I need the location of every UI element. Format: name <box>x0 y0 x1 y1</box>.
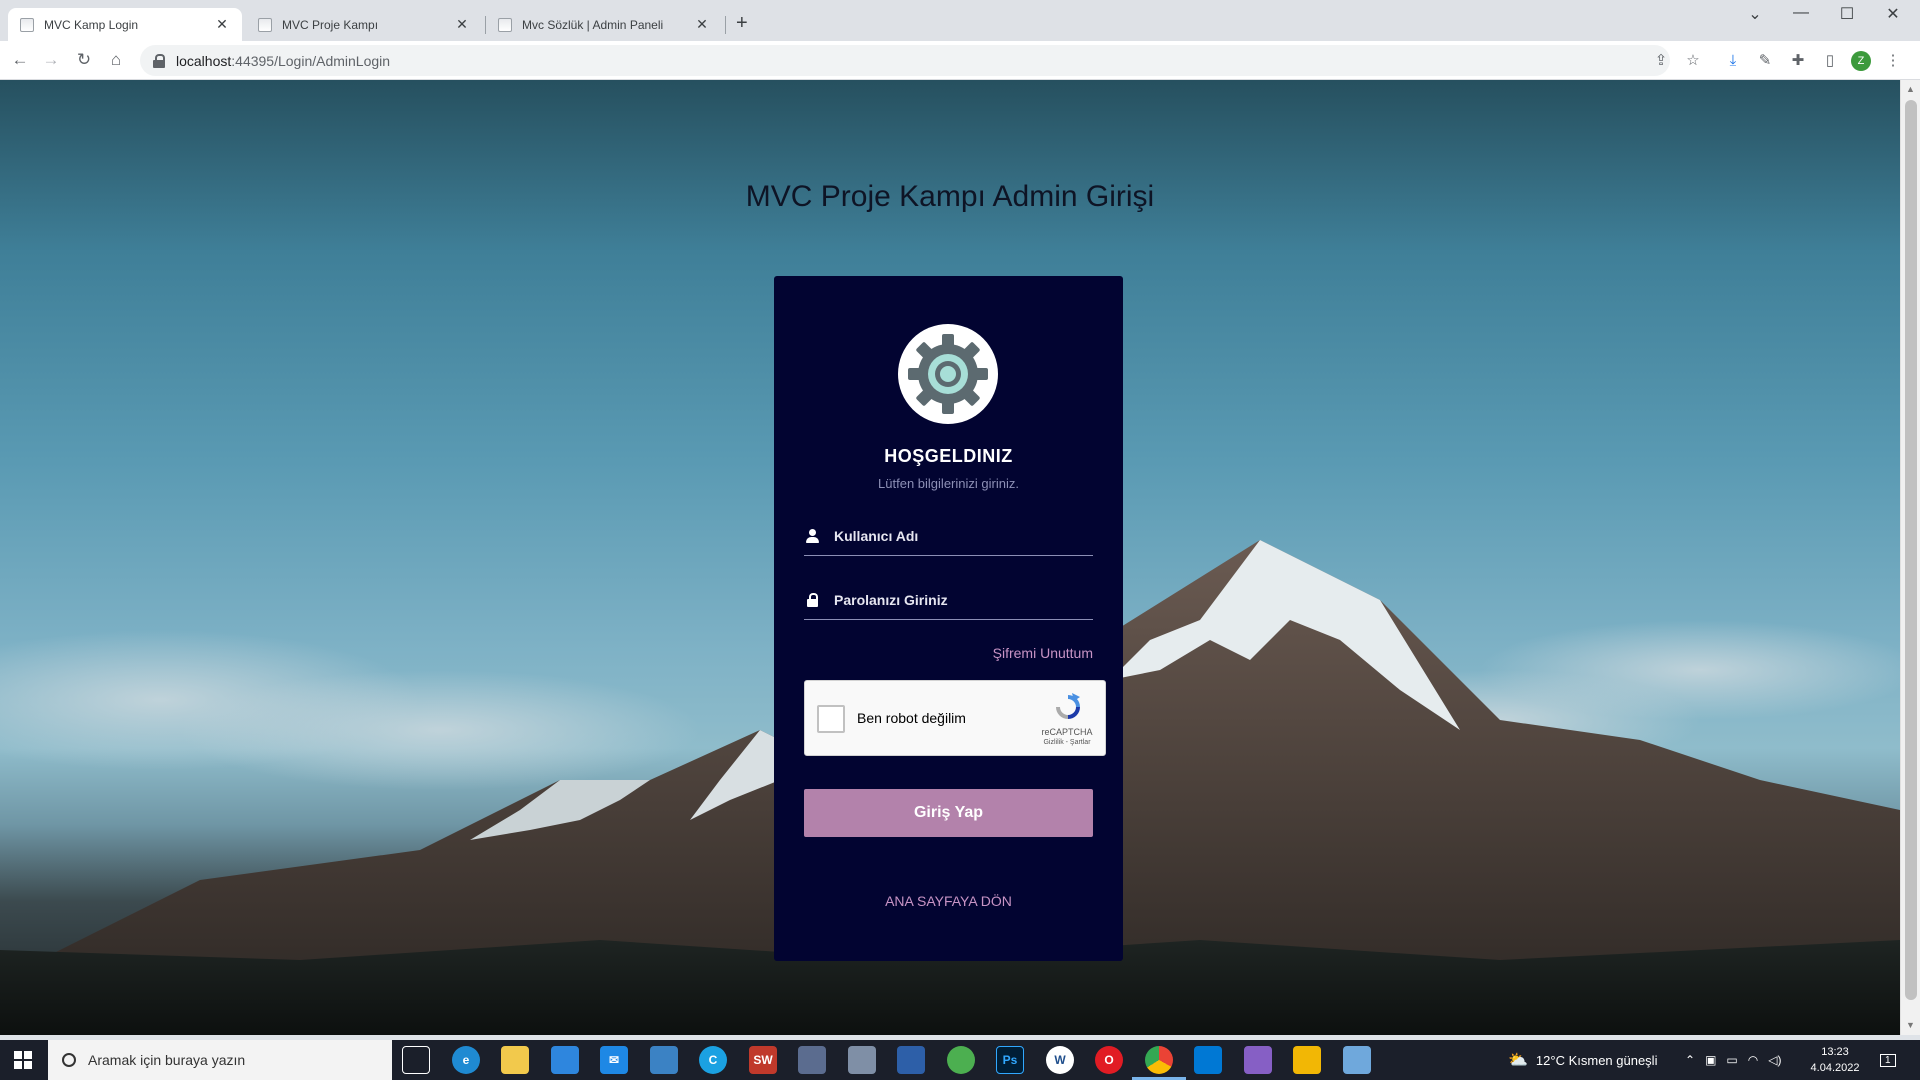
app-icon-5[interactable] <box>947 1046 975 1074</box>
microsoft-store-icon[interactable] <box>551 1046 579 1074</box>
close-icon[interactable]: ✕ <box>454 16 470 33</box>
app-icon-4[interactable] <box>897 1046 925 1074</box>
app-icon-7[interactable] <box>1343 1046 1371 1074</box>
app-icon-c[interactable]: C <box>699 1046 727 1074</box>
browser-toolbar: ← → ↻ ⌂ localhost:44395/Login/AdminLogin… <box>0 41 1920 80</box>
app-icon-1[interactable] <box>650 1046 678 1074</box>
visual-studio-icon[interactable] <box>1244 1046 1272 1074</box>
mail-icon[interactable]: ✉ <box>600 1046 628 1074</box>
tab-search-icon[interactable]: ⌄ <box>1732 4 1778 24</box>
minimize-icon[interactable]: — <box>1778 4 1824 22</box>
forward-icon[interactable]: → <box>40 49 62 71</box>
app-icon-w[interactable]: W <box>1046 1046 1074 1074</box>
username-input[interactable] <box>834 527 1074 544</box>
eyedropper-extension-icon[interactable]: ✎ <box>1755 50 1775 70</box>
side-panel-icon[interactable]: ▯ <box>1820 50 1840 70</box>
scroll-up-icon[interactable]: ▲ <box>1906 84 1915 94</box>
chevron-up-icon[interactable]: ⌃ <box>1685 1053 1695 1067</box>
browser-tabstrip: MVC Kamp Login ✕ MVC Proje Kampı ✕ Mvc S… <box>0 0 1920 41</box>
search-icon <box>62 1053 76 1067</box>
lock-icon[interactable] <box>152 53 166 68</box>
login-card: HOŞGELDINIZ Lütfen bilgilerinizi giriniz… <box>774 276 1123 961</box>
wifi-icon[interactable]: ◠ <box>1748 1053 1758 1067</box>
tab-admin-paneli[interactable]: Mvc Sözlük | Admin Paneli ✕ <box>486 8 722 41</box>
page-favicon-icon <box>498 17 512 32</box>
recaptcha-label: Ben robot değilim <box>857 710 966 726</box>
system-tray-icons[interactable]: ⌃ ▣ ▭ ◠ ◁) <box>1685 1040 1781 1080</box>
bookmark-star-icon[interactable]: ☆ <box>1683 50 1703 70</box>
taskbar-search-box[interactable]: Aramak için buraya yazın <box>48 1040 392 1080</box>
tab-separator <box>725 16 726 34</box>
edge-browser-icon[interactable]: e <box>452 1046 480 1074</box>
page-favicon-icon <box>258 17 272 32</box>
clock-date: 4.04.2022 <box>1810 1062 1860 1074</box>
tab-title: Mvc Sözlük | Admin Paneli <box>522 17 664 32</box>
windows-start-icon[interactable] <box>0 1040 46 1080</box>
extensions-puzzle-icon[interactable]: ✚ <box>1788 50 1808 70</box>
maximize-icon[interactable]: ☐ <box>1824 4 1870 24</box>
taskbar-clock[interactable]: 13:23 4.04.2022 <box>1800 1044 1870 1076</box>
back-icon[interactable]: ← <box>9 49 31 71</box>
scroll-thumb[interactable] <box>1905 100 1917 1000</box>
welcome-subtitle: Lütfen bilgilerinizi giriniz. <box>878 476 1019 491</box>
close-icon[interactable]: ✕ <box>694 16 710 33</box>
recaptcha-terms-link[interactable]: Gizlilik - Şartlar <box>1035 739 1099 746</box>
username-field <box>804 516 1093 556</box>
menu-kebab-icon[interactable]: ⋮ <box>1883 50 1903 70</box>
tab-mvc-proje-kampi[interactable]: MVC Proje Kampı ✕ <box>246 8 482 41</box>
address-bar[interactable]: localhost:44395/Login/AdminLogin <box>140 45 1670 76</box>
page-title: MVC Proje Kampı Admin Girişi <box>745 180 1155 213</box>
app-icon-6[interactable] <box>1293 1046 1321 1074</box>
clock-time: 13:23 <box>1821 1046 1849 1058</box>
profile-avatar[interactable]: Z <box>1851 51 1871 71</box>
download-icon[interactable]: ⤓ <box>1723 50 1743 70</box>
tab-title: MVC Proje Kampı <box>282 17 379 32</box>
home-icon[interactable]: ⌂ <box>105 49 127 71</box>
close-icon[interactable]: ✕ <box>214 16 230 33</box>
forgot-password-link[interactable]: Şifremi Unuttum <box>993 645 1093 661</box>
app-icon-2[interactable] <box>798 1046 826 1074</box>
recaptcha-brand: reCAPTCHA <box>1041 727 1093 737</box>
recaptcha-widget: Ben robot değilim reCAPTCHA Gizlilik - Ş… <box>804 680 1106 756</box>
reload-icon[interactable]: ↻ <box>73 49 95 71</box>
scroll-down-icon[interactable]: ▼ <box>1906 1020 1915 1030</box>
welcome-heading: HOŞGELDINIZ <box>884 446 1013 466</box>
tab-mvc-kamp-login[interactable]: MVC Kamp Login ✕ <box>8 8 242 41</box>
notification-icon[interactable]: 1 <box>1880 1040 1896 1080</box>
recaptcha-checkbox[interactable] <box>817 705 845 733</box>
page-favicon-icon <box>20 17 34 32</box>
notification-count: 1 <box>1880 1053 1896 1067</box>
login-submit-button[interactable]: Giriş Yap <box>804 789 1093 837</box>
lock-icon <box>806 592 820 607</box>
password-field <box>804 580 1093 620</box>
new-tab-button[interactable]: + <box>736 12 748 35</box>
opera-icon[interactable]: O <box>1095 1046 1123 1074</box>
taskbar-search-placeholder: Aramak için buraya yazın <box>88 1052 246 1068</box>
window-close-icon[interactable]: ✕ <box>1870 4 1916 24</box>
meet-icon[interactable]: ▣ <box>1705 1053 1716 1067</box>
recaptcha-logo-icon <box>1056 693 1080 719</box>
photoshop-icon[interactable]: Ps <box>996 1046 1024 1074</box>
battery-icon[interactable]: ▭ <box>1726 1053 1737 1067</box>
volume-icon[interactable]: ◁) <box>1768 1053 1781 1067</box>
tab-title: MVC Kamp Login <box>44 17 139 32</box>
gear-logo-icon <box>898 324 998 424</box>
url-text[interactable]: localhost:44395/Login/AdminLogin <box>176 53 390 69</box>
file-explorer-icon[interactable] <box>501 1046 529 1074</box>
task-view-icon[interactable] <box>402 1046 430 1074</box>
user-icon <box>806 528 820 543</box>
share-icon[interactable]: ⇪ <box>1651 50 1671 70</box>
password-input[interactable] <box>834 591 1074 608</box>
weather-widget[interactable]: ⛅ 12°C Kısmen güneşli <box>1508 1040 1657 1080</box>
page-scrollbar[interactable]: ▲ ▼ <box>1900 80 1920 1035</box>
chrome-icon[interactable] <box>1145 1046 1173 1074</box>
app-icon-3[interactable] <box>848 1046 876 1074</box>
vscode-icon[interactable] <box>1194 1046 1222 1074</box>
partly-sunny-icon: ⛅ <box>1508 1052 1528 1069</box>
weather-text: 12°C Kısmen güneşli <box>1535 1052 1658 1068</box>
page-viewport: MVC Proje Kampı Admin Girişi HOŞGELDINIZ… <box>0 80 1900 1035</box>
windows-taskbar: Aramak için buraya yazın e ✉ C SW Ps W O… <box>0 1040 1920 1080</box>
back-to-home-link[interactable]: ANA SAYFAYA DÖN <box>774 893 1123 909</box>
solidworks-icon[interactable]: SW <box>749 1046 777 1074</box>
